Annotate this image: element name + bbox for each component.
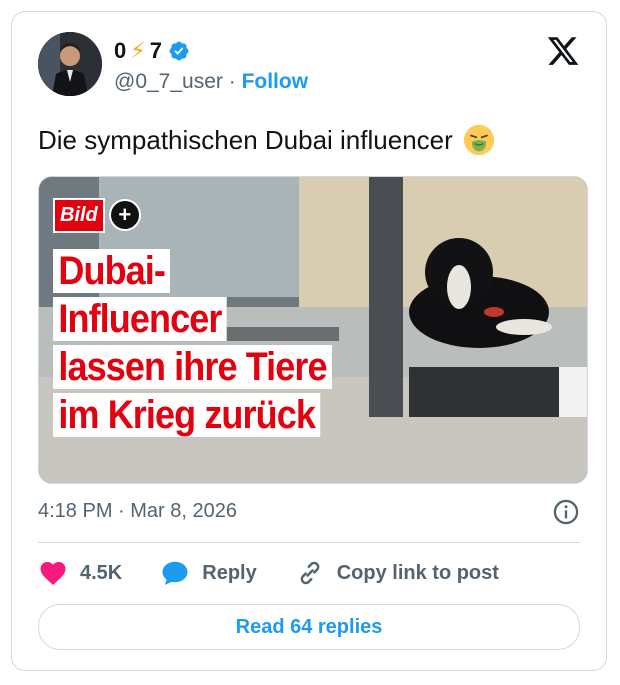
display-name-emoji: ⚡ <box>130 38 146 63</box>
bild-logo: Bild + <box>53 197 141 233</box>
link-icon <box>300 561 320 585</box>
headline-line: im Krieg zurück <box>53 393 321 437</box>
reply-label: Reply <box>202 561 257 584</box>
tweet-text-content: Die sympathischen Dubai influencer <box>38 124 453 155</box>
read-replies-button[interactable]: Read 64 replies <box>38 604 580 650</box>
headline-line: lassen ihre Tiere <box>53 345 332 389</box>
x-logo-icon[interactable] <box>546 34 580 68</box>
headline-line: Dubai- <box>53 249 171 293</box>
reply-bubble-icon <box>162 561 188 585</box>
verified-badge-icon <box>169 41 189 61</box>
handle-row: @0_7_user · Follow <box>114 70 308 94</box>
tweet-card: 0 ⚡ 7 @0_7_user · Follow Die sympathisch… <box>11 11 607 671</box>
timestamp[interactable]: 4:18 PM · Mar 8, 2026 <box>38 500 237 523</box>
action-bar: 4.5K Reply Copy link to post <box>38 558 537 588</box>
display-name-prefix: 0 <box>114 38 127 63</box>
avatar[interactable] <box>38 32 102 96</box>
separator: · <box>222 70 242 93</box>
bild-logo-text: Bild <box>53 197 105 233</box>
info-icon[interactable] <box>552 498 580 526</box>
display-name-suffix: 7 <box>149 38 162 63</box>
like-button[interactable]: 4.5K <box>38 558 122 588</box>
display-name[interactable]: 0 ⚡ 7 <box>114 38 190 64</box>
tweet-text: Die sympathischen Dubai influencer <box>38 124 495 156</box>
heart-icon <box>40 562 66 585</box>
headline-line: Influencer <box>53 297 227 341</box>
like-count: 4.5K <box>80 561 123 584</box>
follow-button[interactable]: Follow <box>242 70 309 93</box>
nauseated-face-icon <box>463 124 494 156</box>
reply-button[interactable]: Reply <box>160 558 257 588</box>
handle[interactable]: @0_7_user <box>114 70 223 93</box>
tweet-media-image[interactable]: Bild + Dubai- Influencer lassen ihre Tie… <box>38 176 588 484</box>
divider <box>38 542 580 543</box>
copy-link-label: Copy link to post <box>336 561 499 584</box>
headline: Dubai- Influencer lassen ihre Tiere im K… <box>53 249 363 441</box>
copy-link-button[interactable]: Copy link to post <box>295 558 499 588</box>
bild-plus-icon: + <box>108 199 141 231</box>
